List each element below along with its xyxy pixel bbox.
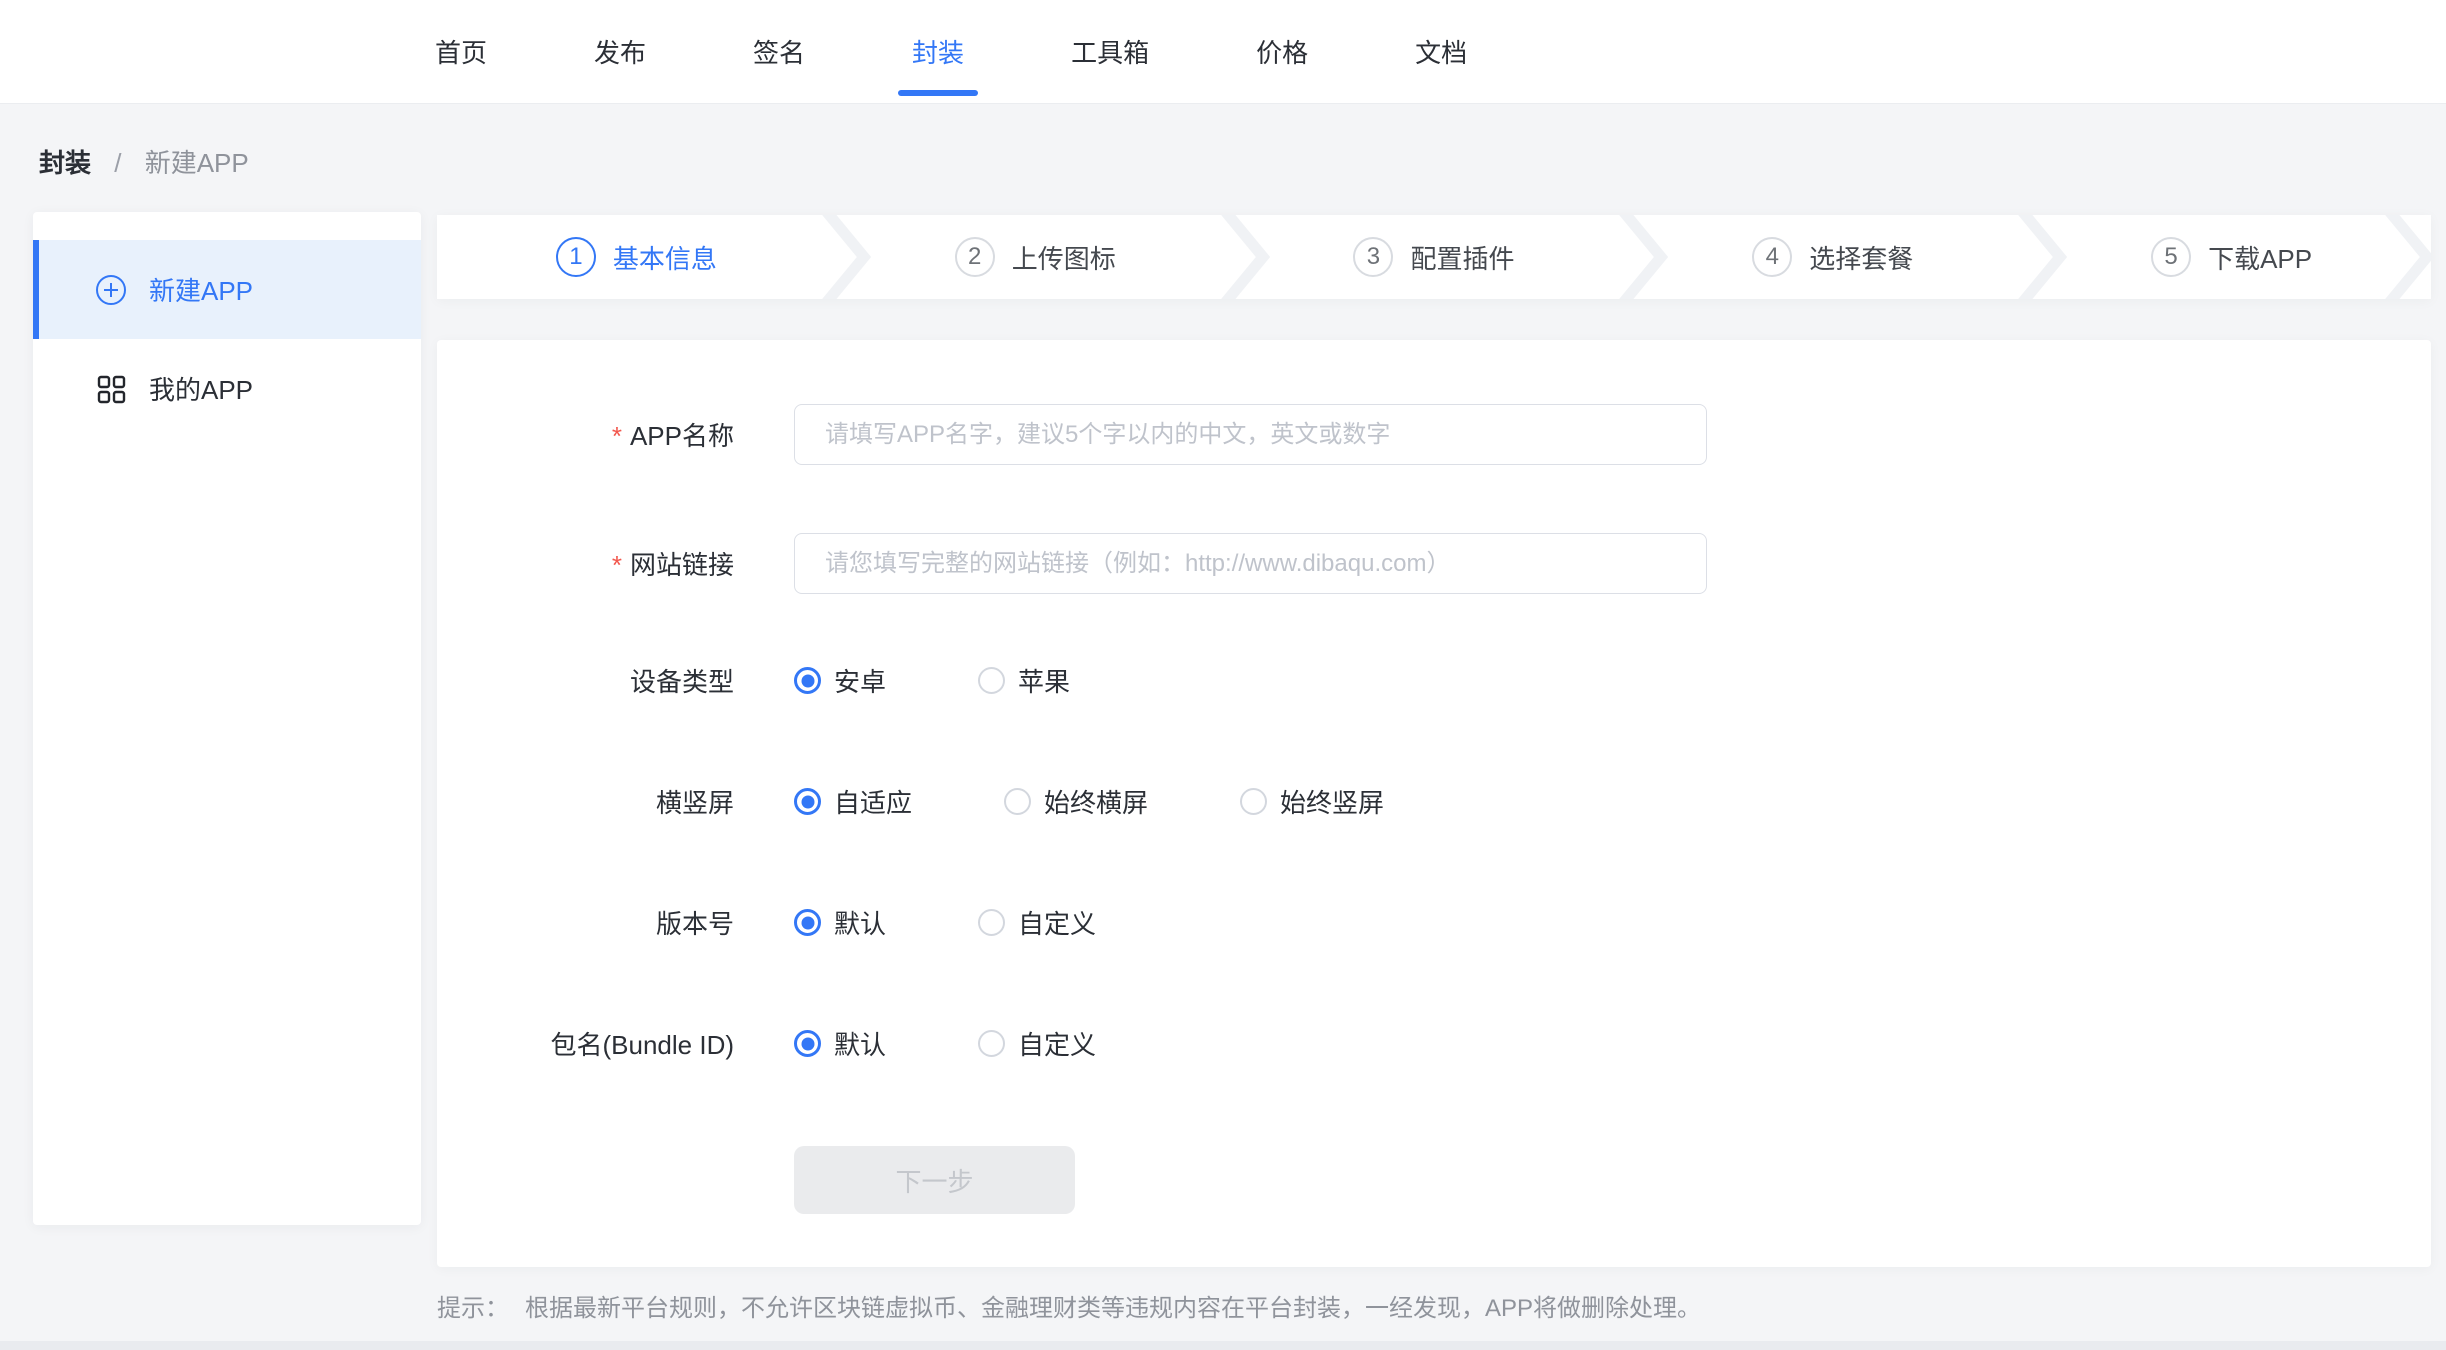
radio-label: 默认 [834,904,886,941]
bundle-id-radio-group: 默认 自定义 [794,1025,1096,1062]
form-row-device-type: 设备类型 安卓 苹果 [437,662,2431,699]
radio-label: 默认 [834,1025,886,1062]
radio-unselected-icon [978,1030,1005,1057]
nav-item-sign[interactable]: 签名 [753,0,805,103]
required-asterisk: * [612,421,622,451]
form-row-site-url: *网站链接 [437,533,2431,594]
step-label: 下载APP [2208,239,2312,276]
radio-label: 自适应 [834,783,912,820]
site-url-label: *网站链接 [437,545,794,582]
breadcrumb-parent[interactable]: 封装 [39,148,91,178]
nav-item-package[interactable]: 封装 [912,0,964,103]
radio-android[interactable]: 安卓 [794,662,886,699]
radio-selected-icon [794,788,821,815]
device-type-label: 设备类型 [437,662,794,699]
version-radio-group: 默认 自定义 [794,904,1096,941]
device-type-radio-group: 安卓 苹果 [794,662,1070,699]
radio-label: 始终竖屏 [1280,783,1384,820]
radio-selected-icon [794,909,821,936]
radio-bundle-custom[interactable]: 自定义 [978,1025,1096,1062]
nav-item-home[interactable]: 首页 [435,0,487,103]
radio-label: 苹果 [1018,662,1070,699]
tip-text: 根据最新平台规则，不允许区块链虚拟币、金融理财类等违规内容在平台封装，一经发现，… [525,1295,1701,1322]
form-row-app-name: *APP名称 [437,404,2431,465]
sidebar-item-new-app[interactable]: 新建APP [33,240,421,339]
sidebar-item-my-apps[interactable]: 我的APP [33,339,421,438]
step-number: 4 [1752,237,1792,277]
breadcrumb-current: 新建APP [145,148,249,178]
step-number: 2 [955,237,995,277]
orientation-radio-group: 自适应 始终横屏 始终竖屏 [794,783,1384,820]
radio-version-custom[interactable]: 自定义 [978,904,1096,941]
step-wizard: 1 基本信息 2 上传图标 3 配置插件 4 选择套餐 5 下载APP [437,215,2431,299]
bundle-id-label: 包名(Bundle ID) [437,1025,794,1062]
radio-label: 自定义 [1018,1025,1096,1062]
version-label: 版本号 [437,904,794,941]
form-row-version: 版本号 默认 自定义 [437,904,2431,941]
radio-unselected-icon [978,909,1005,936]
radio-bundle-default[interactable]: 默认 [794,1025,886,1062]
radio-label: 始终横屏 [1044,783,1148,820]
radio-selected-icon [794,667,821,694]
radio-always-landscape[interactable]: 始终横屏 [1004,783,1148,820]
site-url-input[interactable] [794,533,1707,594]
step-download-app: 5 下载APP [2032,215,2431,299]
step-label: 配置插件 [1410,239,1514,276]
step-basic-info: 1 基本信息 [437,215,836,299]
nav-item-docs[interactable]: 文档 [1415,0,1467,103]
grid-icon [95,373,127,405]
chevron-separator-icon [2383,215,2431,299]
step-label: 基本信息 [613,239,717,276]
tip-prefix: 提示： [437,1295,509,1322]
radio-label: 自定义 [1018,904,1096,941]
step-number: 1 [556,237,596,277]
step-number: 5 [2151,237,2191,277]
radio-adaptive[interactable]: 自适应 [794,783,912,820]
form-row-bundle-id: 包名(Bundle ID) 默认 自定义 [437,1025,2431,1062]
orientation-label: 横竖屏 [437,783,794,820]
radio-ios[interactable]: 苹果 [978,662,1070,699]
nav-item-toolbox[interactable]: 工具箱 [1071,0,1149,103]
form-row-orientation: 横竖屏 自适应 始终横屏 始终竖屏 [437,783,2431,820]
platform-rule-tip: 提示： 根据最新平台规则，不允许区块链虚拟币、金融理财类等违规内容在平台封装，一经… [437,1288,1701,1323]
step-number: 3 [1353,237,1393,277]
app-name-label: *APP名称 [437,416,794,453]
step-upload-icon: 2 上传图标 [836,215,1235,299]
step-label: 选择套餐 [1809,239,1913,276]
step-select-plan: 4 选择套餐 [1633,215,2032,299]
radio-selected-icon [794,1030,821,1057]
breadcrumb-separator: / [114,148,121,178]
basic-info-form-card: *APP名称 *网站链接 设备类型 安卓 苹果 横竖屏 自适应 [437,340,2431,1267]
next-step-button[interactable]: 下一步 [794,1146,1075,1214]
plus-circle-icon [95,274,127,306]
radio-always-portrait[interactable]: 始终竖屏 [1240,783,1384,820]
radio-label: 安卓 [834,662,886,699]
breadcrumb: 封装 / 新建APP [0,104,2446,178]
nav-item-pricing[interactable]: 价格 [1256,0,1308,103]
radio-unselected-icon [978,667,1005,694]
required-asterisk: * [612,550,622,580]
sidebar-item-label: 我的APP [149,370,253,407]
radio-version-default[interactable]: 默认 [794,904,886,941]
sidebar-item-label: 新建APP [149,271,253,308]
page-footer-strip [0,1341,2446,1350]
nav-item-publish[interactable]: 发布 [594,0,646,103]
radio-unselected-icon [1004,788,1031,815]
step-label: 上传图标 [1012,239,1116,276]
top-nav: 首页 发布 签名 封装 工具箱 价格 文档 [0,0,2446,104]
sidebar: 新建APP 我的APP [33,212,421,1225]
radio-unselected-icon [1240,788,1267,815]
step-configure-plugins: 3 配置插件 [1235,215,1634,299]
app-name-input[interactable] [794,404,1707,465]
